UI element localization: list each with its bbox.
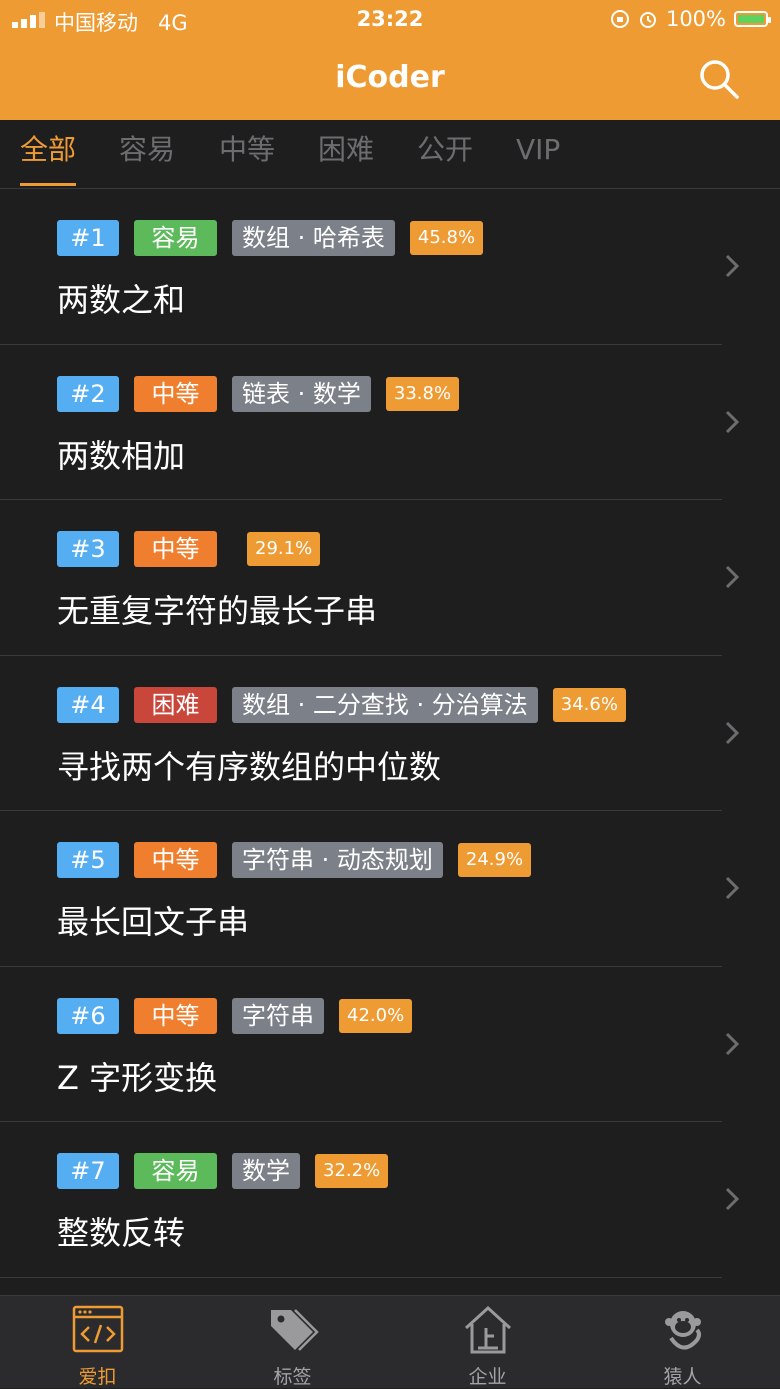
problem-row[interactable]: #3 中等 29.1% 无重复字符的最长子串 [0,500,780,656]
chevron-right-icon [725,254,740,278]
problem-number-badge: #6 [57,997,119,1034]
difficulty-badge: 困难 [134,686,217,723]
rotation-lock-icon [610,10,629,28]
problem-number-badge: #2 [57,375,119,412]
tab-active-indicator [20,183,77,186]
tab-hard[interactable]: 困难 [318,130,374,186]
tab-label: 容易 [119,133,176,166]
nav-bar: iCoder [0,40,780,120]
difficulty-badge: 中等 [134,842,217,878]
acceptance-rate-badge: 42.0% [339,998,413,1033]
acceptance-rate-badge: 33.8% [385,376,460,411]
tab-label: 困难 [318,133,375,166]
tab-easy[interactable]: 容易 [119,130,175,186]
problem-title: 最长回文子串 [57,903,250,941]
acceptance-rate-badge: 24.9% [457,843,532,877]
tab-all[interactable]: 全部 [20,130,77,186]
problem-row[interactable]: #6 中等 字符串 42.0% Z 字形变换 [0,967,780,1122]
topic-tags-badge: 字符串 · 动态规划 [232,842,443,878]
difficulty-badge: 中等 [134,997,217,1034]
tabbar-item-aikou[interactable]: 爱扣 [0,1296,195,1388]
problem-badges: #4 困难 数组 · 二分查找 · 分治算法 34.6% [57,686,641,723]
status-right: 100% [610,7,771,31]
problem-badges: #7 容易 数学 32.2% [57,1153,403,1189]
tab-label: VIP [516,133,561,166]
tabbar-label: 标签 [273,1366,312,1388]
monkey-icon [665,1311,701,1350]
problem-badges: #1 容易 数组 · 哈希表 45.8% [57,220,498,256]
problem-number-badge: #3 [57,531,119,567]
problem-badges: #3 中等 29.1% [57,531,335,567]
problem-badges: #6 中等 字符串 42.0% [57,997,427,1034]
problem-number-badge: #7 [57,1153,119,1189]
tabbar-label: 猿人 [663,1366,702,1388]
problem-row[interactable]: #1 容易 数组 · 哈希表 45.8% 两数之和 [0,189,780,345]
difficulty-badge: 容易 [134,1153,217,1189]
tab-label: 中等 [219,133,276,166]
chevron-right-icon [725,565,740,589]
problem-row[interactable]: #7 容易 数学 32.2% 整数反转 [0,1122,780,1278]
topic-tags-badge: 数组 · 二分查找 · 分治算法 [232,686,538,723]
tab-medium[interactable]: 中等 [219,130,275,186]
tabbar-item-enterprise[interactable]: 企业 [390,1296,585,1388]
topic-tags-badge: 数学 [232,1153,300,1189]
chevron-right-icon [725,1032,740,1055]
battery-percent: 100% [665,7,726,31]
filter-tabs: 全部 容易 中等 困难 公开 VIP [0,120,780,189]
problem-number-badge: #4 [57,686,119,723]
bottom-tab-bar: 爱扣 标签 企业 猿人 [0,1295,780,1388]
tab-public[interactable]: 公开 [417,130,473,186]
row-divider [0,1276,722,1278]
problem-row[interactable]: #5 中等 字符串 · 动态规划 24.9% 最长回文子串 [0,811,780,967]
difficulty-badge: 容易 [134,220,217,256]
tab-vip[interactable]: VIP [516,130,560,186]
problem-row[interactable]: #4 困难 数组 · 二分查找 · 分治算法 34.6% 寻找两个有序数组的中位… [0,656,780,811]
tabbar-item-tags[interactable]: 标签 [195,1296,390,1388]
tag-icon [271,1309,319,1351]
difficulty-badge: 中等 [134,375,217,412]
tabbar-label: 企业 [468,1366,507,1388]
topic-tags-badge: 字符串 [232,997,324,1034]
battery-icon [734,11,771,27]
enterprise-icon [464,1305,512,1354]
topic-tags-badge: 链表 · 数学 [232,375,371,412]
chevron-right-icon [725,721,740,744]
status-bar: 中国移动 4G 23:22 100% [0,0,780,40]
acceptance-rate-badge: 29.1% [247,532,321,566]
problem-title: 整数反转 [57,1214,186,1252]
acceptance-rate-badge: 32.2% [315,1154,389,1188]
chevron-right-icon [725,1187,740,1211]
problem-number-badge: #1 [57,220,119,256]
acceptance-rate-badge: 34.6% [552,687,626,722]
tabbar-label: 爱扣 [78,1366,117,1388]
topic-tags-badge: 数组 · 哈希表 [232,220,395,256]
problem-title: Z 字形变换 [57,1058,218,1097]
problem-row[interactable]: #2 中等 链表 · 数学 33.8% 两数相加 [0,345,780,500]
tabbar-item-coder[interactable]: 猿人 [585,1296,780,1388]
problem-badges: #5 中等 字符串 · 动态规划 24.9% [57,842,546,878]
problem-badges: #2 中等 链表 · 数学 33.8% [57,375,474,412]
acceptance-rate-badge: 45.8% [409,221,484,255]
problem-title: 两数之和 [57,281,186,319]
problem-title: 无重复字符的最长子串 [57,592,378,630]
chevron-right-icon [725,410,740,433]
problem-number-badge: #5 [57,842,119,878]
problem-title: 两数相加 [57,436,186,475]
code-icon [72,1305,124,1353]
search-icon[interactable] [698,58,740,100]
chevron-right-icon [725,876,740,900]
app-title: iCoder [335,60,445,95]
problem-title: 寻找两个有序数组的中位数 [57,747,442,786]
tab-label: 全部 [20,133,77,166]
difficulty-badge: 中等 [134,531,217,567]
alarm-icon [639,12,656,28]
tab-label: 公开 [417,133,474,166]
problem-list: #1 容易 数组 · 哈希表 45.8% 两数之和 #2 中等 链表 · 数学 … [0,189,780,1278]
